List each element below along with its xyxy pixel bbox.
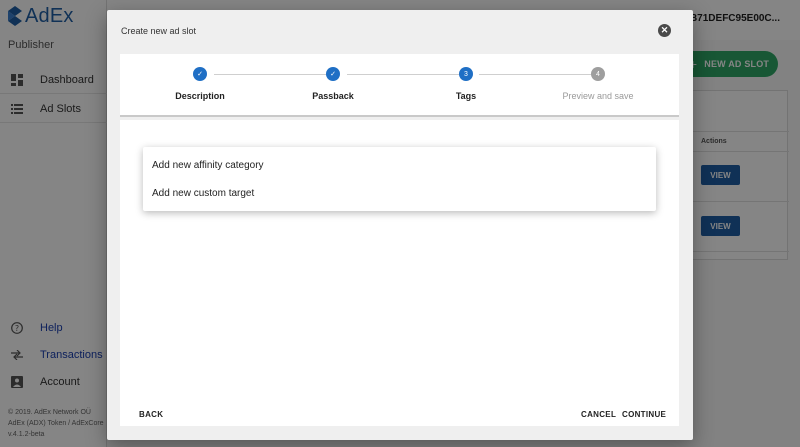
step-label-description[interactable]: Description xyxy=(145,91,255,101)
menu-item-custom-target[interactable]: Add new custom target xyxy=(143,179,656,207)
step-connector xyxy=(347,74,459,75)
step-check-icon[interactable]: ✓ xyxy=(193,67,207,81)
step-number: 4 xyxy=(591,67,605,81)
step-check-icon[interactable]: ✓ xyxy=(326,67,340,81)
create-ad-slot-dialog: Create new ad slot ✕ ✓ Description ✓ Pas… xyxy=(107,10,693,440)
dialog-content: Add new affinity category Add new custom… xyxy=(120,120,679,426)
step-number[interactable]: 3 xyxy=(459,67,473,81)
step-label-passback[interactable]: Passback xyxy=(278,91,388,101)
step-label-preview: Preview and save xyxy=(562,91,634,101)
back-button[interactable]: BACK xyxy=(139,410,163,419)
close-icon[interactable]: ✕ xyxy=(658,24,671,37)
tag-type-menu: Add new affinity category Add new custom… xyxy=(143,147,656,211)
continue-button[interactable]: CONTINUE xyxy=(622,410,666,419)
stepper: ✓ Description ✓ Passback 3 Tags 4 Previe… xyxy=(120,54,679,117)
step-connector xyxy=(214,74,326,75)
cancel-button[interactable]: CANCEL xyxy=(581,410,616,419)
menu-item-affinity-category[interactable]: Add new affinity category xyxy=(143,151,656,179)
dialog-title: Create new ad slot xyxy=(121,26,197,36)
step-label-tags[interactable]: Tags xyxy=(411,91,521,101)
step-connector xyxy=(479,74,592,75)
